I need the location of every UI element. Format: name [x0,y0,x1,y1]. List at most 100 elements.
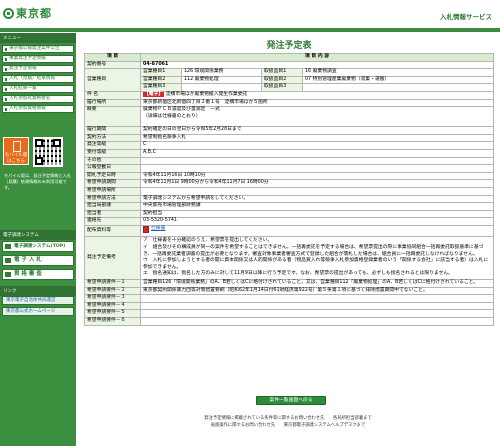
sidebar-item-kouhou[interactable]: 東京都公報発注案件公告 [2,45,74,53]
biz-type-label: 営業種目 [84,68,141,92]
spec-document-link[interactable]: 仕様書 [143,225,165,233]
header-bar [0,28,500,32]
service-title: 入札情報サービス [440,13,492,21]
location-value: 東京都新宿区北新宿四丁目２番１号 淀橋市場ほか５箇所 [140,98,494,108]
biz-code2-value: 112 廃棄物処理 [181,75,262,85]
sidebar-link-kyodo[interactable]: 東京電子自治体共同運営 [2,296,74,305]
table-row: 発注予定備考 ア 仕様書を十分確認のうえ、希望票を提出してください。 イ 組合及… [84,236,494,281]
phone-icon [13,141,21,152]
overview-value: 廃棄物ＰＣＢ濃度及び量測定 一式 （詳細は仕様書のとおり） [140,106,494,128]
biz-sub3-label: 営業種目3 [140,83,182,92]
contract-method-label: 契約方法 [84,133,141,143]
table-row: 配布資料等 仕様書 [84,224,494,238]
electronic-tag: 【電子】 [143,91,165,97]
logo-text: 東京都 [16,7,52,20]
sidebar-links-heading: リンク [0,286,76,296]
spec-label: 配布資料等 [84,224,141,238]
remarks-label: 発注予定備考 [84,236,141,281]
contract-no-text: 04-87061 [143,61,169,67]
mobile-sub: はこちら [7,159,25,164]
table-row: 契約番号 04-87061 [84,60,494,70]
remarks-line-2: イ 組合及びその構成員が同一の案件を希望することはできません。一括再委託を予定す… [143,245,484,257]
table-row: 担当者 契約担当 [84,209,494,219]
qr-code-icon [33,137,63,167]
req2-value: 東京都契約関係暴力団等対策措置要綱（昭和62年1月14日付61財経庶第922号）… [140,286,494,296]
item-sub3-label: 取扱品目3 [261,83,303,92]
mobile-button[interactable]: モバイル版 はこちら [3,137,29,165]
req5-value [140,309,494,318]
pdf-icon [143,225,149,233]
header-content: 項 目 内 容 [140,53,494,62]
header: 東京都 入札情報サービス [0,0,500,30]
dept-label: 担当局部課 [84,202,141,211]
req6-value [140,317,494,326]
detail-table: 項 目 項 目 内 容 契約番号 04-87061 営業種目 営業種目1 126… [84,53,494,326]
table-row: 希望申請要件－３ [84,294,494,303]
remarks-value: ア 仕様書を十分確認のうえ、希望票を提出してください。 イ 組合及びその構成員が… [140,236,494,281]
sidebar-menu-heading: メニュー [0,33,76,43]
sidebar-item-jigyo-yotei[interactable]: 事業発注予定情報 [2,55,74,63]
table-row: 公報登載日 [84,164,494,173]
req1-value: 営業種目126「環境関係業務」のA、B若しくはCに格付けされていること。又は、営… [140,279,494,288]
public-date-value [140,164,494,173]
req2-label: 希望申請要件－２ [84,286,141,296]
accept-class-label: 受付等級 [84,148,141,158]
item-code3-value [302,83,494,92]
table-row: 履行期間 契約確定の日の翌日から令和5年2月28日まで [84,126,494,135]
table-row: 希望申請要件－４ [84,301,494,311]
footer-line-2: 画面操作に関するお問い合わせ先 東京都電子調達システムヘルプデスクまで [210,422,366,428]
denshi-nyusatsu-label: 電 子 入 札 [14,257,42,263]
subject-text: 淀橋市場ほか廃棄物搬入発生作業委託 [165,91,248,97]
main-content: 発注予定表 項 目 項 目 内 容 契約番号 04-87061 営業種目 営業種… [84,40,494,326]
opening-date-label: 開札予定日時 [84,171,141,181]
sidebar-item-nyusatsu-kekka[interactable]: 入札（見積）結果情報 [2,75,74,83]
biz-sub2-label: 営業種目2 [140,75,182,85]
item-code2-value: 07 特別管理産業廃棄物（収集・運搬） [302,75,494,85]
order-class-value: C [140,141,494,150]
table-row: 履行場所 東京都新宿区北新宿四丁目２番１号 淀橋市場ほか５箇所 [84,98,494,108]
location-label: 履行場所 [84,98,141,108]
table-row: 希望申請期間 令和4年11月1日 9時00分から令和4年11月7日 16時00分 [84,179,494,188]
table-row: 発注等級 C [84,141,494,150]
table-row: 連絡先 03-5320-5741 [84,217,494,226]
apply-place-label: 希望申請場所 [84,186,141,196]
header-item: 項 目 [84,53,141,62]
system-top-label: 電子調達システム(TOP) [14,244,66,249]
sidebar-link-official[interactable]: 東京都公式ホームページ [2,307,74,316]
other-label: その他 [84,156,141,166]
table-row: 件 名 【電子】 淀橋市場ほか廃棄物搬入発生作業委託 [84,90,494,100]
sidebar-item-sanka-shikaku[interactable]: 入札参加資格情報 [2,105,74,113]
spec-value: 仕様書 [140,224,494,238]
sidebar-system-top-button[interactable]: 電子調達システム(TOP) [2,241,74,252]
sidebar-item-kekka-ichiran[interactable]: 入札結果一覧 [2,85,74,93]
table-row: 希望申請場所 [84,186,494,196]
table-row: 営業種目 営業種目1 126 環境関係業務 取扱品目1 16 廃棄物調査 [84,68,494,92]
table-row: 営業種目2 112 廃棄物処理 取扱品目2 07 特別管理産業廃棄物（収集・運搬… [85,75,494,85]
sidebar-system-heading: 電子調達システム [0,230,76,240]
back-to-list-button[interactable]: 案件一覧画面へ戻る [256,396,326,405]
table-row: 希望申請要件－６ [84,317,494,326]
sidebar-denshi-nyusatsu-button[interactable]: 電 子 入 札 [2,255,74,266]
table-row: その他 [84,156,494,166]
contact-value: 03-5320-5741 [140,217,494,226]
sidebar-shikaku-shinsa-button[interactable]: 資 格 審 査 [2,269,74,280]
req4-label: 希望申請要件－４ [84,301,141,311]
sidebar-item-shikakusha[interactable]: 入札参加有資格者名 [2,95,74,103]
qr-corner-bl [35,157,43,165]
sidebar-item-hacchu-yotei[interactable]: 発注予定情報 [2,65,74,73]
item-sub1-label: 取扱品目1 [261,68,303,77]
table-row: 契約方法 希望制指名競争入札 [84,133,494,143]
contact-label: 連絡先 [84,217,141,226]
tokyo-logo[interactable]: 東京都 [3,6,52,20]
item-sub2-label: 取扱品目2 [261,75,303,85]
subject-label: 件 名 [84,90,141,100]
req4-value [140,301,494,311]
public-date-label: 公報登載日 [84,164,141,173]
overview-line-2: （詳細は仕様書のとおり） [143,113,201,119]
person-label: 担当者 [84,209,141,219]
apply-method-value: 電子調達システムから希望申請をしてください。 [140,194,494,204]
item-code1-value: 16 廃棄物調査 [302,68,494,77]
contract-no-label: 契約番号 [84,60,141,70]
order-class-label: 発注等級 [84,141,141,150]
table-row: 担当局部課 中央卸売市場管理部財務課 [84,202,494,211]
